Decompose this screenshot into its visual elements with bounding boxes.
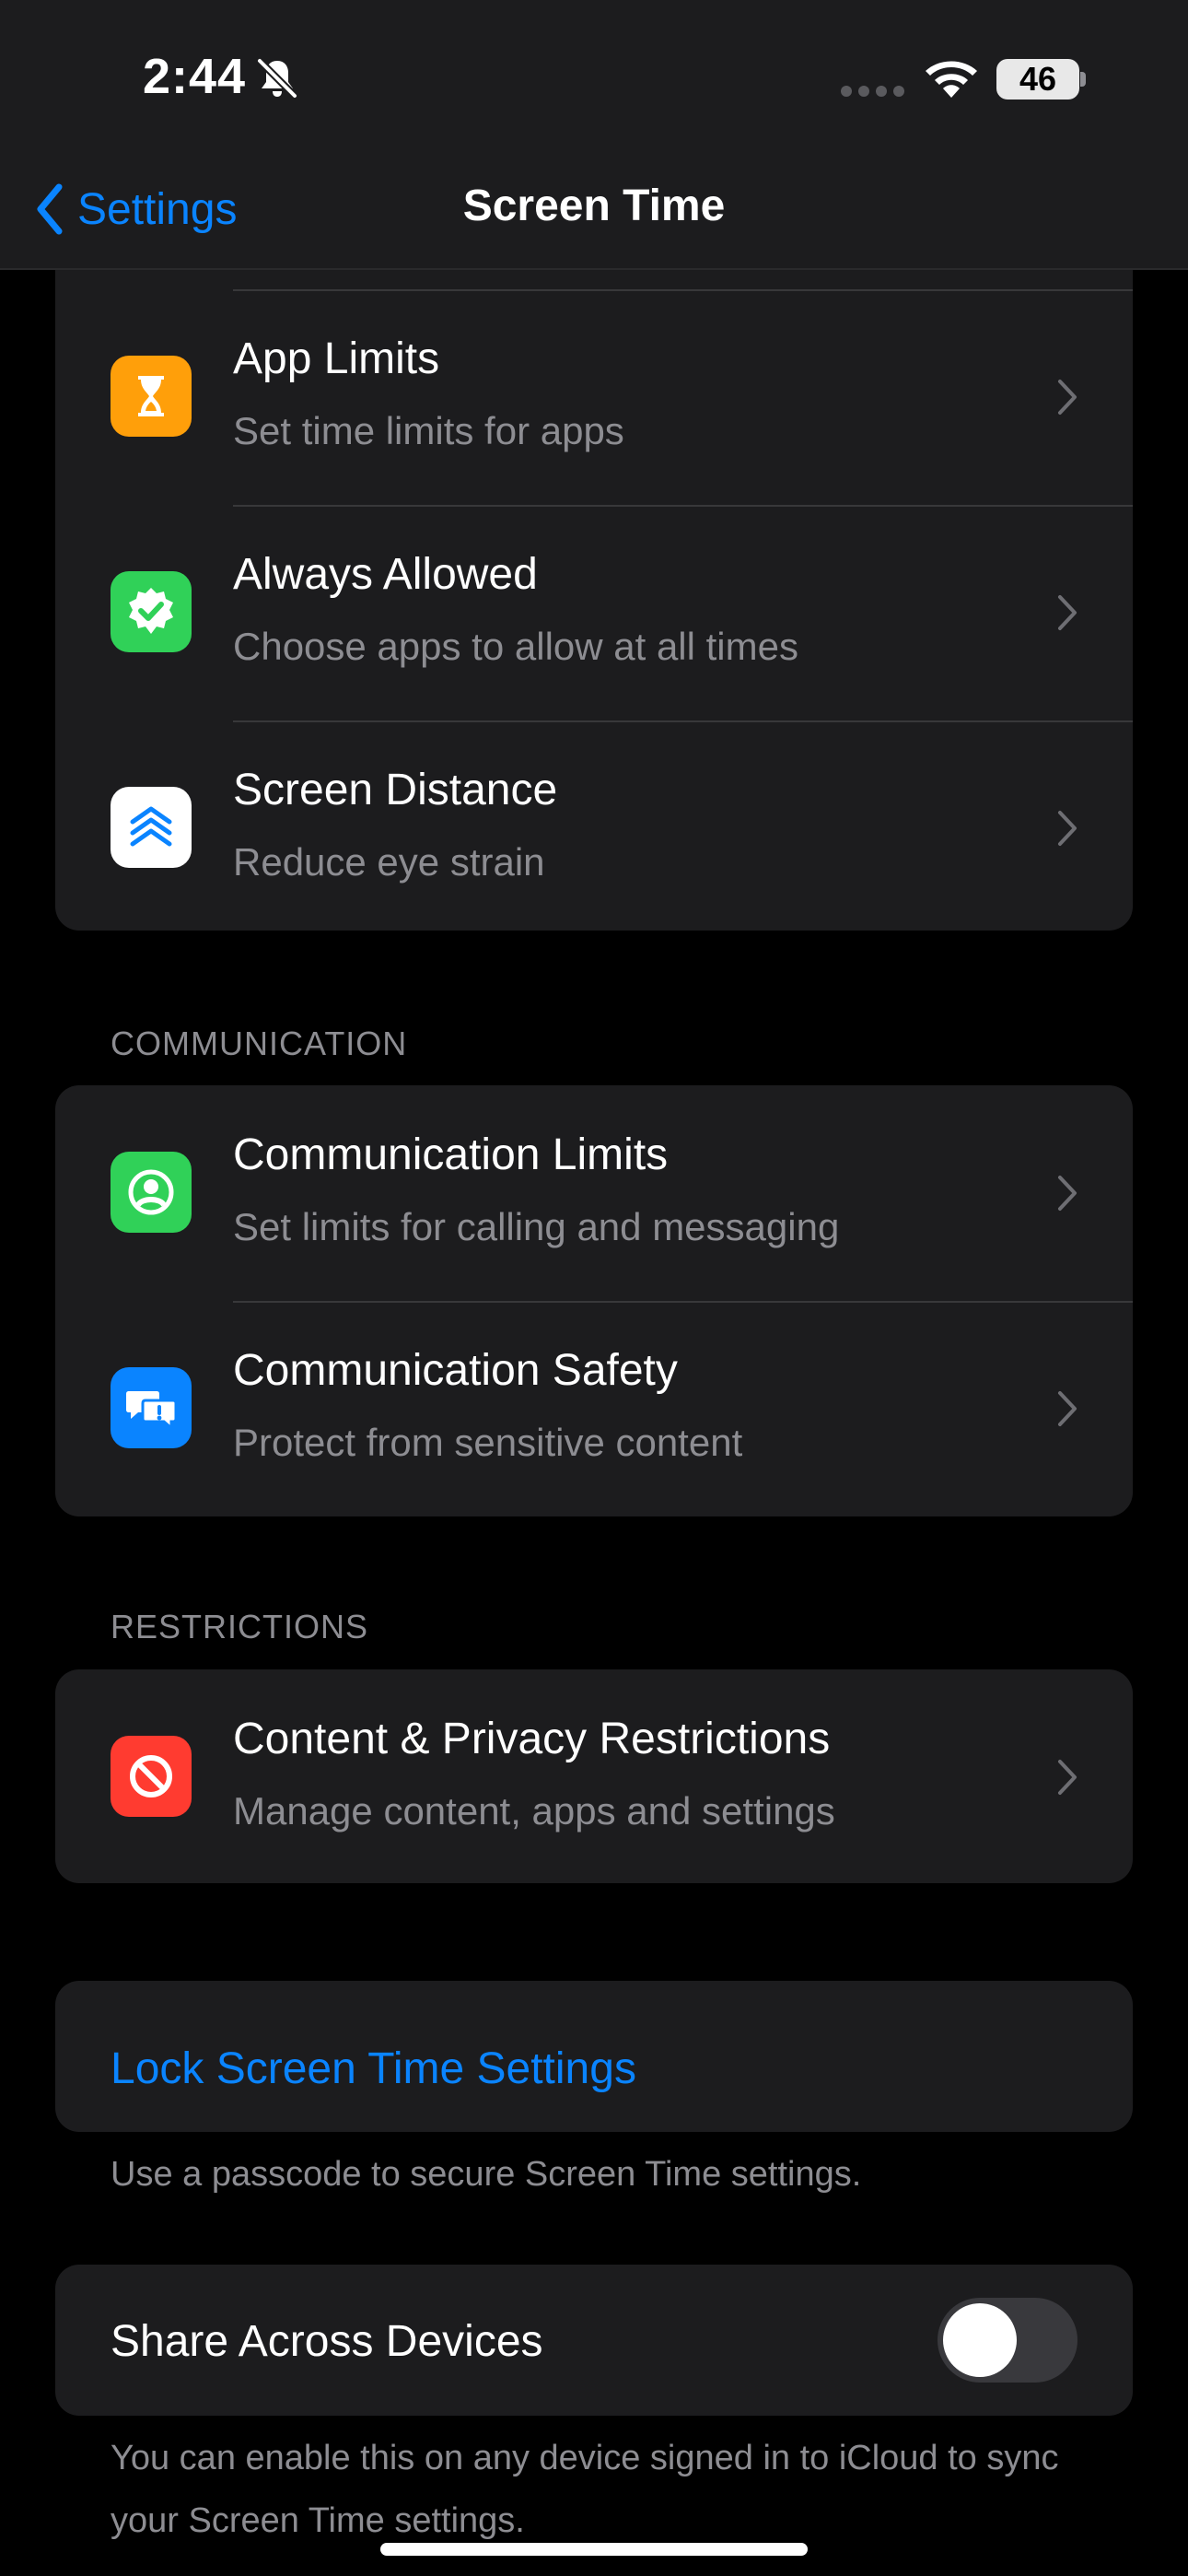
share-across-devices-label: Share Across Devices bbox=[111, 2317, 543, 2366]
screen-distance-row[interactable]: Screen Distance Reduce eye strain bbox=[55, 720, 1133, 931]
communication-safety-subtitle: Protect from sensitive content bbox=[233, 1421, 743, 1464]
always-allowed-title: Always Allowed bbox=[233, 550, 538, 599]
battery-indicator: 46 bbox=[996, 59, 1079, 100]
share-group: Share Across Devices bbox=[55, 2265, 1133, 2416]
row-divider bbox=[233, 289, 1133, 291]
lock-group: Lock Screen Time Settings bbox=[55, 1981, 1133, 2132]
always-allowed-row[interactable]: Always Allowed Choose apps to allow at a… bbox=[55, 505, 1133, 720]
restrictions-header: RESTRICTIONS bbox=[111, 1608, 369, 1645]
toggle-knob bbox=[943, 2303, 1017, 2377]
lock-footer: Use a passcode to secure Screen Time set… bbox=[111, 2155, 862, 2194]
signal-dots-icon bbox=[841, 86, 904, 97]
communication-header: COMMUNICATION bbox=[111, 1025, 408, 1062]
always-allowed-subtitle: Choose apps to allow at all times bbox=[233, 625, 798, 668]
checkmark-badge-icon bbox=[111, 571, 192, 652]
page-title: Screen Time bbox=[462, 181, 726, 230]
chevron-right-icon bbox=[1058, 380, 1077, 415]
top-bar: 2:44 46 Settings Screen Time bbox=[0, 0, 1188, 270]
chevron-right-icon bbox=[1058, 1391, 1077, 1426]
communication-limits-row[interactable]: Communication Limits Set limits for call… bbox=[55, 1085, 1133, 1301]
restrictions-group: Content & Privacy Restrictions Manage co… bbox=[55, 1669, 1133, 1883]
screen-distance-title: Screen Distance bbox=[233, 766, 558, 814]
communication-safety-row[interactable]: Communication Safety Protect from sensit… bbox=[55, 1301, 1133, 1516]
communication-limits-subtitle: Set limits for calling and messaging bbox=[233, 1205, 840, 1248]
chevron-right-icon bbox=[1058, 1176, 1077, 1211]
hourglass-icon bbox=[111, 356, 192, 437]
home-indicator[interactable] bbox=[380, 2543, 808, 2556]
row-divider bbox=[233, 1301, 1133, 1303]
screen-time-page: App Limits Set time limits for apps Alwa… bbox=[0, 0, 1188, 2576]
no-entry-icon bbox=[111, 1736, 192, 1817]
chevron-right-icon bbox=[1058, 811, 1077, 846]
app-limits-row[interactable]: App Limits Set time limits for apps bbox=[55, 289, 1133, 505]
chevrons-up-icon bbox=[111, 787, 192, 868]
row-divider bbox=[233, 505, 1133, 507]
communication-safety-title: Communication Safety bbox=[233, 1346, 678, 1395]
app-limits-title: App Limits bbox=[233, 334, 440, 383]
screen-distance-subtitle: Reduce eye strain bbox=[233, 840, 545, 884]
content-privacy-title: Content & Privacy Restrictions bbox=[233, 1715, 831, 1763]
share-across-devices-toggle[interactable] bbox=[938, 2298, 1077, 2383]
chat-bubble-alert-icon bbox=[111, 1367, 192, 1448]
communication-group: Communication Limits Set limits for call… bbox=[55, 1085, 1133, 1516]
wifi-icon bbox=[926, 61, 977, 98]
chevron-right-icon bbox=[1058, 595, 1077, 630]
row-divider bbox=[233, 720, 1133, 722]
battery-cap bbox=[1080, 72, 1086, 87]
share-footer: You can enable this on any device signed… bbox=[111, 2439, 1059, 2540]
communication-limits-title: Communication Limits bbox=[233, 1130, 669, 1179]
chevron-right-icon bbox=[1058, 1760, 1077, 1795]
content-privacy-row[interactable]: Content & Privacy Restrictions Manage co… bbox=[55, 1669, 1133, 1883]
bell-slash-icon bbox=[257, 58, 297, 99]
app-limits-subtitle: Set time limits for apps bbox=[233, 409, 624, 452]
lock-screen-time-button[interactable]: Lock Screen Time Settings bbox=[111, 2043, 636, 2094]
status-time: 2:44 bbox=[143, 49, 247, 104]
limits-group: App Limits Set time limits for apps Alwa… bbox=[55, 230, 1133, 931]
person-circle-icon bbox=[111, 1152, 192, 1233]
content-privacy-subtitle: Manage content, apps and settings bbox=[233, 1789, 835, 1832]
